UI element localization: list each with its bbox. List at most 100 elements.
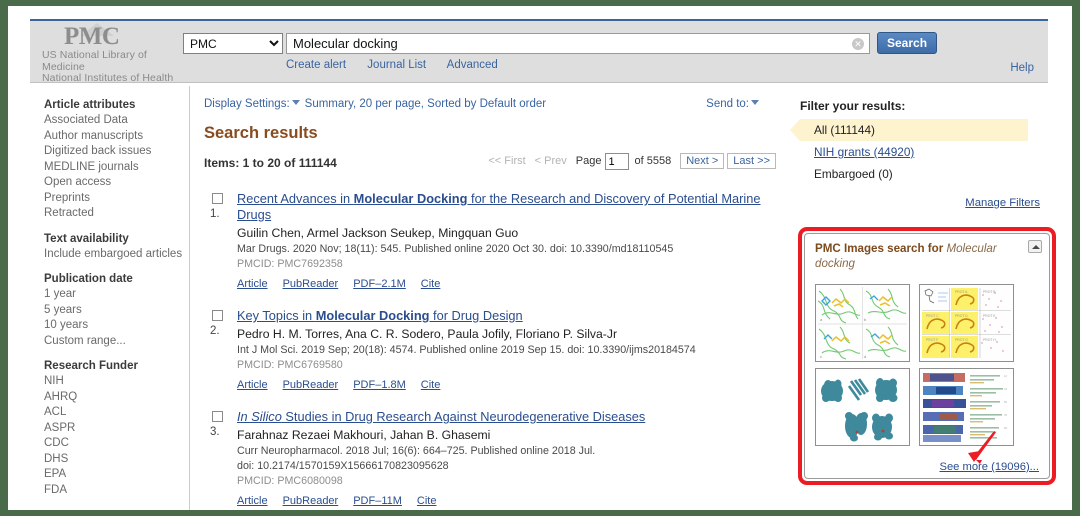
filter-option[interactable]: FDA <box>44 483 189 499</box>
filter-results-heading: Filter your results: <box>800 99 906 113</box>
result-link[interactable]: PDF–1.8M <box>353 379 406 391</box>
filter-option[interactable]: Include embargoed articles <box>44 247 189 263</box>
svg-text:d: d <box>864 354 866 359</box>
result-link[interactable]: Cite <box>417 495 437 507</box>
filter-option[interactable]: Custom range... <box>44 334 189 350</box>
create-alert-link[interactable]: Create alert <box>286 59 346 71</box>
filter-list: All (111144) NIH grants (44920) Embargoed … <box>790 119 1048 185</box>
filter-group-heading: Research Funder <box>44 360 138 372</box>
search-button[interactable]: Search <box>877 32 938 54</box>
chevron-down-icon[interactable] <box>291 100 300 106</box>
result-number: 3. <box>210 426 220 438</box>
image-thumbnail-grid: a b c d PROT A PROT B PROT C PROT D PROT… <box>815 284 1043 452</box>
filter-option[interactable]: Associated Data <box>44 113 189 129</box>
result-title-link[interactable]: In Silico Studies in Drug Research Again… <box>237 409 794 425</box>
result-link[interactable]: Article <box>237 278 268 290</box>
search-box[interactable]: ✕ <box>286 33 870 54</box>
result-link[interactable]: Cite <box>421 379 441 391</box>
filter-option[interactable]: Preprints <box>44 191 189 207</box>
result-title-segment: In Silico <box>237 409 282 424</box>
help-link[interactable]: Help <box>1010 62 1034 74</box>
result-filter-label: All (111144) <box>814 123 875 137</box>
collapse-caret-up-icon[interactable] <box>1028 240 1042 253</box>
display-settings-label[interactable]: Display Settings: <box>204 98 290 110</box>
teal-protein-structures-thumbnail[interactable] <box>815 368 910 446</box>
filter-group-heading: Text availability <box>44 232 129 245</box>
filter-option[interactable]: ASPR <box>44 421 189 437</box>
result-item: 3. In Silico Studies in Drug Research Aga… <box>204 409 794 509</box>
pmc-images-search-panel: PMC Images search for Molecular docking <box>798 227 1056 485</box>
result-checkbox[interactable] <box>212 411 223 422</box>
result-title-segment: Key Topics in <box>237 308 316 323</box>
clear-search-icon[interactable]: ✕ <box>852 38 864 50</box>
result-link[interactable]: Article <box>237 379 268 391</box>
result-checkbox[interactable] <box>212 193 223 204</box>
result-title-segment: Studies in Drug Research Against Neurode… <box>281 409 646 424</box>
result-title-link[interactable]: Recent Advances in Molecular Docking for… <box>237 191 794 223</box>
result-title-link[interactable]: Key Topics in Molecular Docking for Drug… <box>237 308 794 324</box>
pmc-images-heading-prefix: PMC Images search for <box>815 242 947 255</box>
result-citation-doi: doi: 10.2174/1570159X15666170823095628 <box>237 460 449 472</box>
result-authors: Farahnaz Rezaei Makhouri, Jahan B. Ghase… <box>237 428 491 442</box>
result-filter-row[interactable]: Embargoed (0) <box>800 163 1048 185</box>
database-select[interactable]: PMC <box>183 33 283 54</box>
browser-page: PMC US National Library of Medicine Nati… <box>8 6 1072 510</box>
filter-option[interactable]: Open access <box>44 175 189 191</box>
header-sub-links: Create alert Journal List Advanced <box>286 59 516 71</box>
result-link[interactable]: Cite <box>421 278 441 290</box>
send-to-menu[interactable]: Send to: <box>706 98 762 110</box>
svg-text:PROT E: PROT E <box>983 314 996 318</box>
sequence-alignment-colored-thumbnail[interactable]: 12 34 56 78 90 <box>919 368 1015 446</box>
pmc-images-panel-inner: PMC Images search for Molecular docking <box>804 233 1050 479</box>
filter-option[interactable]: 1 year <box>44 287 189 303</box>
result-checkbox[interactable] <box>212 310 223 321</box>
filters-sidebar: Article attributes Associated Data Author … <box>30 86 190 510</box>
pmc-logo[interactable]: PMC <box>42 23 192 50</box>
result-link[interactable]: PDF–2.1M <box>353 278 406 290</box>
result-link[interactable]: PubReader <box>283 495 339 507</box>
filter-option[interactable]: CDC <box>44 436 189 452</box>
svg-text:PROT F: PROT F <box>926 338 938 342</box>
see-more-link[interactable]: See more (19096)... <box>940 461 1040 473</box>
result-filter-row[interactable]: NIH grants (44920) <box>800 141 1048 163</box>
manage-filters-link[interactable]: Manage Filters <box>965 197 1040 209</box>
filter-option[interactable]: ACL <box>44 405 189 421</box>
filter-group: Publication date 1 year 5 years 10 years Cus… <box>44 273 189 349</box>
filter-option[interactable]: NIH <box>44 374 189 390</box>
advanced-search-link[interactable]: Advanced <box>447 59 498 71</box>
filter-option[interactable]: DHS <box>44 452 189 468</box>
page-number-input[interactable] <box>605 153 630 170</box>
page-title: Search results <box>204 124 318 142</box>
result-filter-row[interactable]: All (111144) <box>790 119 1028 141</box>
next-page-button[interactable]: Next > <box>680 153 725 170</box>
result-citation: Int J Mol Sci. 2019 Sep; 20(18): 4574. P… <box>237 344 696 356</box>
pmc-logo-text: PMC <box>64 23 120 50</box>
filter-option[interactable]: 5 years <box>44 303 189 319</box>
display-settings-value[interactable]: Summary, 20 per page, Sorted by Default … <box>305 98 546 110</box>
result-link[interactable]: PubReader <box>283 379 339 391</box>
svg-text:PROT C: PROT C <box>926 314 939 318</box>
chevron-down-icon <box>751 100 759 106</box>
filter-option[interactable]: Retracted <box>44 206 189 222</box>
filter-option[interactable]: AHRQ <box>44 390 189 406</box>
search-input[interactable] <box>291 34 841 53</box>
svg-text:c: c <box>820 354 822 359</box>
result-link[interactable]: Article <box>237 495 268 507</box>
org-line-1: US National Library of <box>42 49 147 61</box>
filter-option[interactable]: 10 years <box>44 318 189 334</box>
journal-list-link[interactable]: Journal List <box>367 59 426 71</box>
result-citation: Mar Drugs. 2020 Nov; 18(11): 545. Publis… <box>237 243 674 255</box>
result-authors: Guilin Chen, Armel Jackson Seukep, Mingq… <box>237 226 519 240</box>
filter-option[interactable]: Author manuscripts <box>44 129 189 145</box>
result-pmcid: PMCID: PMC6080098 <box>237 475 343 487</box>
last-page-button[interactable]: Last >> <box>727 153 776 170</box>
result-link[interactable]: PubReader <box>283 278 339 290</box>
filter-option[interactable]: Digitized back issues <box>44 144 189 160</box>
send-to-label: Send to: <box>706 98 749 110</box>
yellow-highlighted-diagram-grid-thumbnail[interactable]: PROT A PROT B PROT C PROT D PROT E PROT … <box>919 284 1015 362</box>
filter-option[interactable]: MEDLINE journals <box>44 160 189 176</box>
filter-option[interactable]: EPA <box>44 467 189 483</box>
result-link[interactable]: PDF–11M <box>353 495 402 507</box>
result-filter-label[interactable]: NIH grants (44920) <box>814 145 914 159</box>
protein-ribbon-green-panels-thumbnail[interactable]: a b c d <box>815 284 910 362</box>
